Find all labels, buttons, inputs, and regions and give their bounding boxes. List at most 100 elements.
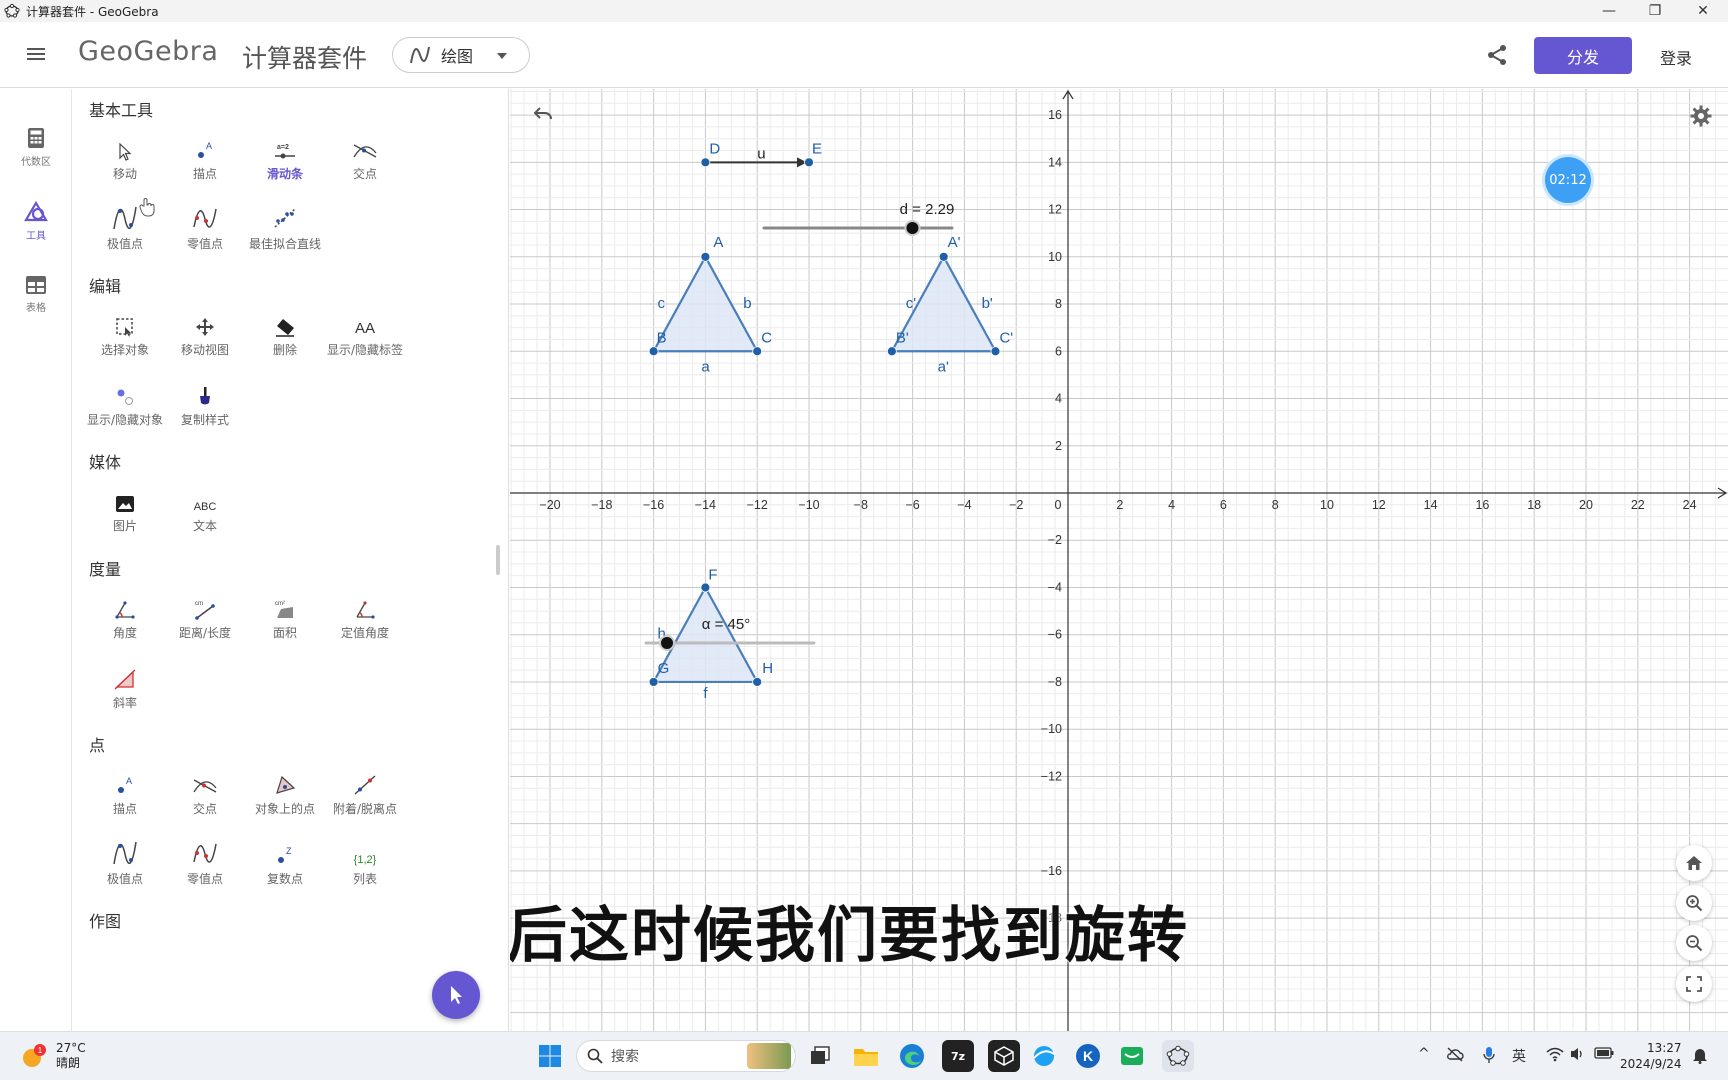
wifi-icon[interactable] (1546, 1046, 1564, 1062)
undo-icon[interactable] (532, 105, 554, 123)
tool-move-view[interactable]: 移动视图 (165, 309, 245, 358)
roots-icon (193, 208, 217, 228)
tool-best-fit-line[interactable]: 最佳拟合直线 (245, 203, 325, 252)
tool-intersect[interactable]: 交点 (325, 133, 405, 182)
share-icon[interactable] (1484, 42, 1510, 68)
task-view-button[interactable] (804, 1040, 836, 1072)
zoom-out-button[interactable] (1676, 925, 1712, 961)
segment-label-c-prime: c' (906, 295, 917, 312)
tray-overflow-chevron-icon[interactable]: ^ (1418, 1046, 1430, 1062)
x-tick-label: −6 (905, 498, 919, 512)
section-title-measure: 度量 (89, 560, 122, 579)
tool-extremum-2[interactable]: 极值点 (85, 838, 165, 887)
start-button[interactable] (534, 1040, 566, 1072)
tool-point-on-object[interactable]: 对象上的点 (245, 768, 325, 817)
tool-image[interactable]: 图片 (85, 485, 165, 534)
y-tick-label: −10 (1041, 722, 1062, 736)
tool-distance[interactable]: cm 距离/长度 (165, 592, 245, 641)
x-tick-label: 24 (1683, 498, 1697, 512)
fullscreen-icon (1686, 976, 1702, 992)
move-tool-fab[interactable] (432, 971, 480, 1019)
geogebra-icon (1166, 1045, 1190, 1066)
point-C (752, 346, 763, 357)
windows-logo-icon (539, 1045, 561, 1067)
point-E (804, 157, 814, 168)
tool-fixed-angle[interactable]: 定值角度 (325, 592, 405, 641)
hand-cursor-icon (139, 198, 155, 217)
x-tick-label: −20 (539, 498, 560, 512)
taskbar-search[interactable]: 搜索 (576, 1040, 796, 1072)
point-B (648, 346, 659, 357)
microphone-icon[interactable] (1482, 1046, 1496, 1064)
battery-icon[interactable] (1594, 1046, 1614, 1060)
volume-icon[interactable] (1570, 1046, 1586, 1062)
tools-panel: 基本工具 移动 A 描点 a=2 滑动条 交点 极值点 零值点 最佳拟合直线 编… (73, 89, 509, 1031)
fullscreen-button[interactable] (1676, 966, 1712, 1002)
app-switcher[interactable]: 绘图 (392, 37, 530, 73)
point-B-prime (886, 346, 897, 357)
tool-text[interactable]: ABC 文本 (165, 485, 245, 534)
rail-item-table[interactable]: 表格 (0, 275, 72, 314)
x-tick-label: 22 (1631, 498, 1645, 512)
gear-icon[interactable] (1690, 105, 1712, 127)
zoom-in-button[interactable] (1676, 885, 1712, 921)
cloud-off-icon[interactable] (1446, 1046, 1464, 1062)
tool-attach-detach[interactable]: 附着/脱离点 (325, 768, 405, 817)
maximize-button[interactable]: ❐ (1632, 0, 1678, 22)
attach-detach-icon (354, 775, 376, 795)
x-tick-label: −8 (854, 498, 868, 512)
app-button-dark[interactable] (988, 1040, 1020, 1072)
tool-select-objects[interactable]: 选择对象 (85, 309, 165, 358)
tool-slope[interactable]: 斜率 (85, 662, 165, 711)
x-tick-label: 4 (1168, 498, 1175, 512)
segment-label-a: a (701, 358, 710, 375)
tool-roots-2[interactable]: 零值点 (165, 838, 245, 887)
section-title-basic: 基本工具 (89, 101, 154, 120)
tool-show-hide-object[interactable]: 显示/隐藏对象 (85, 379, 165, 428)
minimize-button[interactable]: — (1586, 0, 1632, 22)
rail-item-algebra[interactable]: 代数区 (0, 127, 72, 168)
tool-list[interactable]: {1,2} 列表 (325, 838, 405, 887)
close-button[interactable]: ✕ (1680, 0, 1726, 22)
view-rail: 代数区 工具 表格 (0, 89, 72, 1031)
file-explorer-button[interactable] (850, 1040, 882, 1072)
taskbar-clock[interactable]: 13:27 2024/9/24 (1620, 1040, 1682, 1072)
tool-point[interactable]: A 描点 (165, 133, 245, 182)
geogebra-taskbar-button[interactable] (1162, 1040, 1194, 1072)
distribute-button[interactable]: 分发 (1534, 37, 1632, 74)
tool-intersect-2[interactable]: 交点 (165, 768, 245, 817)
app-header: GeoGebra 计算器套件 绘图 分发 登录 (0, 22, 1728, 88)
tool-show-hide-label[interactable]: AA 显示/隐藏标签 (325, 309, 405, 358)
point-on-object-icon (276, 775, 296, 794)
weather-widget[interactable]: 1 27°C 晴朗 (20, 1041, 86, 1071)
x-tick-label: 18 (1527, 498, 1541, 512)
ime-indicator[interactable]: 英 (1512, 1046, 1526, 1066)
y-tick-label: 8 (1055, 297, 1062, 311)
hamburger-menu-icon[interactable] (24, 42, 48, 66)
tool-complex-point[interactable]: Z 复数点 (245, 838, 325, 887)
tool-copy-style[interactable]: 复制样式 (165, 379, 245, 428)
home-button[interactable] (1676, 845, 1712, 881)
k-app-button[interactable]: K (1072, 1040, 1104, 1072)
green-app-button[interactable] (1116, 1040, 1148, 1072)
tool-move[interactable]: 移动 (85, 133, 165, 182)
tool-roots[interactable]: 零值点 (165, 203, 245, 252)
edge-browser-button[interactable] (896, 1040, 928, 1072)
point-C-prime (990, 346, 1001, 357)
tools-scrollbar[interactable] (496, 545, 500, 575)
y-tick-label: −4 (1048, 580, 1062, 594)
geogebra-logo[interactable]: GeoGebra (78, 36, 218, 67)
browser-button[interactable] (1028, 1040, 1060, 1072)
login-button[interactable]: 登录 (1660, 45, 1692, 69)
point-G (648, 677, 659, 687)
7zip-button[interactable]: 7z (942, 1040, 974, 1072)
rail-item-tools[interactable]: 工具 (0, 201, 72, 242)
tool-slider[interactable]: a=2 滑动条 (245, 133, 325, 182)
tool-point-2[interactable]: A 描点 (85, 768, 165, 817)
section-title-points: 点 (89, 736, 106, 755)
tool-area[interactable]: cm² 面积 (245, 592, 325, 641)
notification-bell-icon[interactable] (1692, 1046, 1708, 1064)
tool-delete[interactable]: 删除 (245, 309, 325, 358)
tool-angle[interactable]: 角度 (85, 592, 165, 641)
graphics-view[interactable]: −20 −18 −16 −14 −12 −10 −8 −6 −4 −2 0 2 4 6 8 10 12 14 16 1… (510, 89, 1728, 1031)
